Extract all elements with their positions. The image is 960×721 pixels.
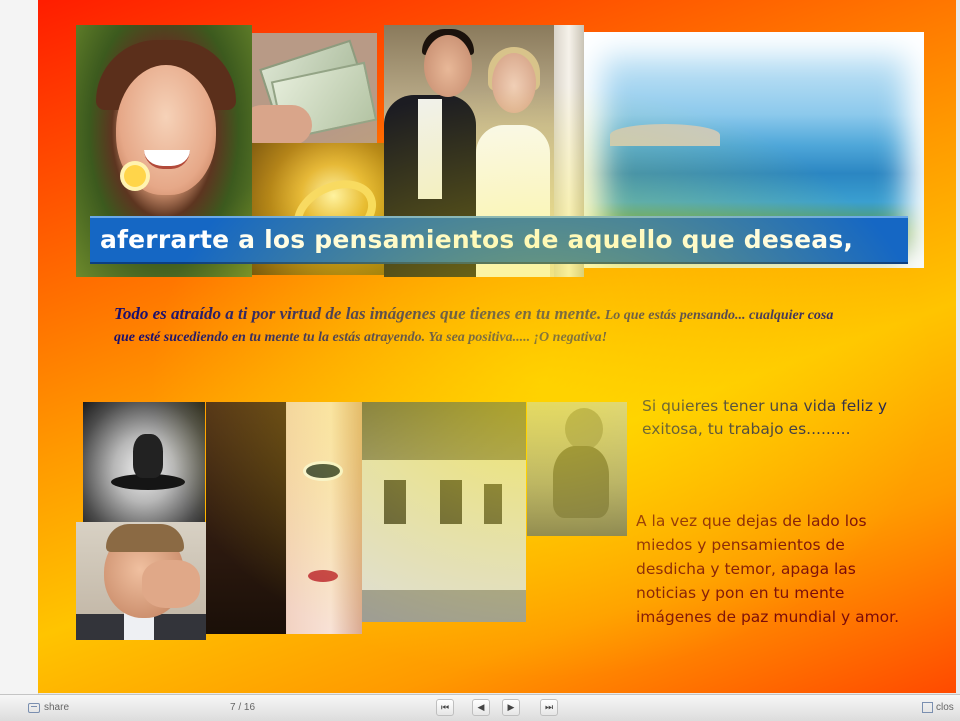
main-paragraph: Todo es atraído a ti por virtud de las i… xyxy=(114,303,834,349)
side-text-fears: A la vez que dejas de lado los miedos y … xyxy=(636,512,900,626)
close-icon xyxy=(922,702,933,713)
left-margin xyxy=(0,0,39,694)
photo-crouching-figure xyxy=(83,402,205,524)
paragraph-lead: Todo es atraído a ti por virtud de las i… xyxy=(114,304,602,323)
first-page-button[interactable]: ⏮ xyxy=(436,699,454,716)
close-label: clos xyxy=(936,702,954,713)
side-text-happy-life: Si quieres tener una vida feliz y exitos… xyxy=(642,397,888,438)
next-page-icon: ▶ xyxy=(507,702,515,712)
caption-banner: aferrarte a los pensamientos de aquello … xyxy=(90,216,908,264)
page-indicator: 7 / 16 xyxy=(230,702,256,713)
slide: aferrarte a los pensamientos de aquello … xyxy=(38,0,956,693)
share-icon xyxy=(28,702,40,713)
last-page-icon: ⏭ xyxy=(544,702,554,712)
share-label: share xyxy=(44,702,70,713)
close-button[interactable]: clos xyxy=(922,702,954,713)
player-control-bar: share 7 / 16 ⏮ ◀ ▶ ⏭ clos xyxy=(0,694,960,721)
photo-crying-girl xyxy=(206,402,362,634)
prev-page-button[interactable]: ◀ xyxy=(472,699,490,716)
photo-distressed-man xyxy=(76,522,206,640)
photo-old-house xyxy=(362,402,526,622)
next-page-button[interactable]: ▶ xyxy=(502,699,520,716)
first-page-icon: ⏮ xyxy=(440,702,450,712)
prev-page-icon: ◀ xyxy=(477,702,485,712)
photo-child-statue xyxy=(527,402,627,536)
last-page-button[interactable]: ⏭ xyxy=(540,699,558,716)
share-button[interactable]: share xyxy=(28,702,69,713)
photo-money xyxy=(252,33,377,143)
